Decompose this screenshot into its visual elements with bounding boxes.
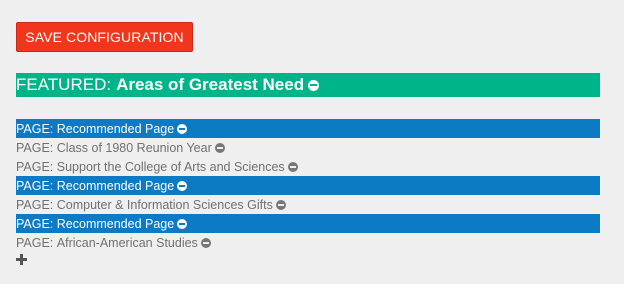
page-label: Recommended Page bbox=[56, 178, 175, 193]
page-list-item: PAGE: Computer & Information Sciences Gi… bbox=[16, 195, 600, 214]
minus-circle-icon[interactable] bbox=[177, 180, 188, 191]
featured-prefix: FEATURED: bbox=[16, 75, 112, 94]
page-list: PAGE: Recommended Page PAGE: Class of 19… bbox=[16, 119, 600, 252]
page-prefix: PAGE: bbox=[16, 140, 54, 155]
minus-circle-icon[interactable] bbox=[200, 237, 211, 248]
page-list-item: PAGE: Recommended Page bbox=[16, 119, 600, 138]
minus-circle-icon[interactable] bbox=[177, 123, 188, 134]
page-prefix: PAGE: bbox=[16, 178, 54, 193]
plus-icon[interactable] bbox=[16, 254, 27, 265]
page-label: Class of 1980 Reunion Year bbox=[56, 140, 212, 155]
minus-circle-icon[interactable] bbox=[275, 199, 286, 210]
page-label: Computer & Information Sciences Gifts bbox=[56, 197, 273, 212]
page-prefix: PAGE: bbox=[16, 121, 54, 136]
page-list-item: PAGE: Recommended Page bbox=[16, 176, 600, 195]
featured-title: Areas of Greatest Need bbox=[116, 75, 305, 94]
minus-circle-icon[interactable] bbox=[177, 218, 188, 229]
page-prefix: PAGE: bbox=[16, 197, 54, 212]
page-label: Support the College of Arts and Sciences bbox=[56, 159, 285, 174]
page-label: Recommended Page bbox=[56, 121, 175, 136]
page-list-item: PAGE: African-American Studies bbox=[16, 233, 600, 252]
page-label: Recommended Page bbox=[56, 216, 175, 231]
save-configuration-button[interactable]: SAVE CONFIGURATION bbox=[16, 22, 193, 52]
page-label: African-American Studies bbox=[56, 235, 198, 250]
page-list-item: PAGE: Class of 1980 Reunion Year bbox=[16, 138, 600, 157]
minus-circle-icon[interactable] bbox=[287, 161, 298, 172]
minus-circle-icon[interactable] bbox=[308, 79, 320, 91]
page-prefix: PAGE: bbox=[16, 235, 54, 250]
page-list-item: PAGE: Recommended Page bbox=[16, 214, 600, 233]
featured-item: FEATURED: Areas of Greatest Need bbox=[16, 73, 600, 97]
minus-circle-icon[interactable] bbox=[214, 142, 225, 153]
page-prefix: PAGE: bbox=[16, 159, 54, 174]
page-prefix: PAGE: bbox=[16, 216, 54, 231]
page-config-panel: SAVE CONFIGURATION FEATURED: Areas of Gr… bbox=[0, 0, 624, 284]
page-list-item: PAGE: Support the College of Arts and Sc… bbox=[16, 157, 600, 176]
